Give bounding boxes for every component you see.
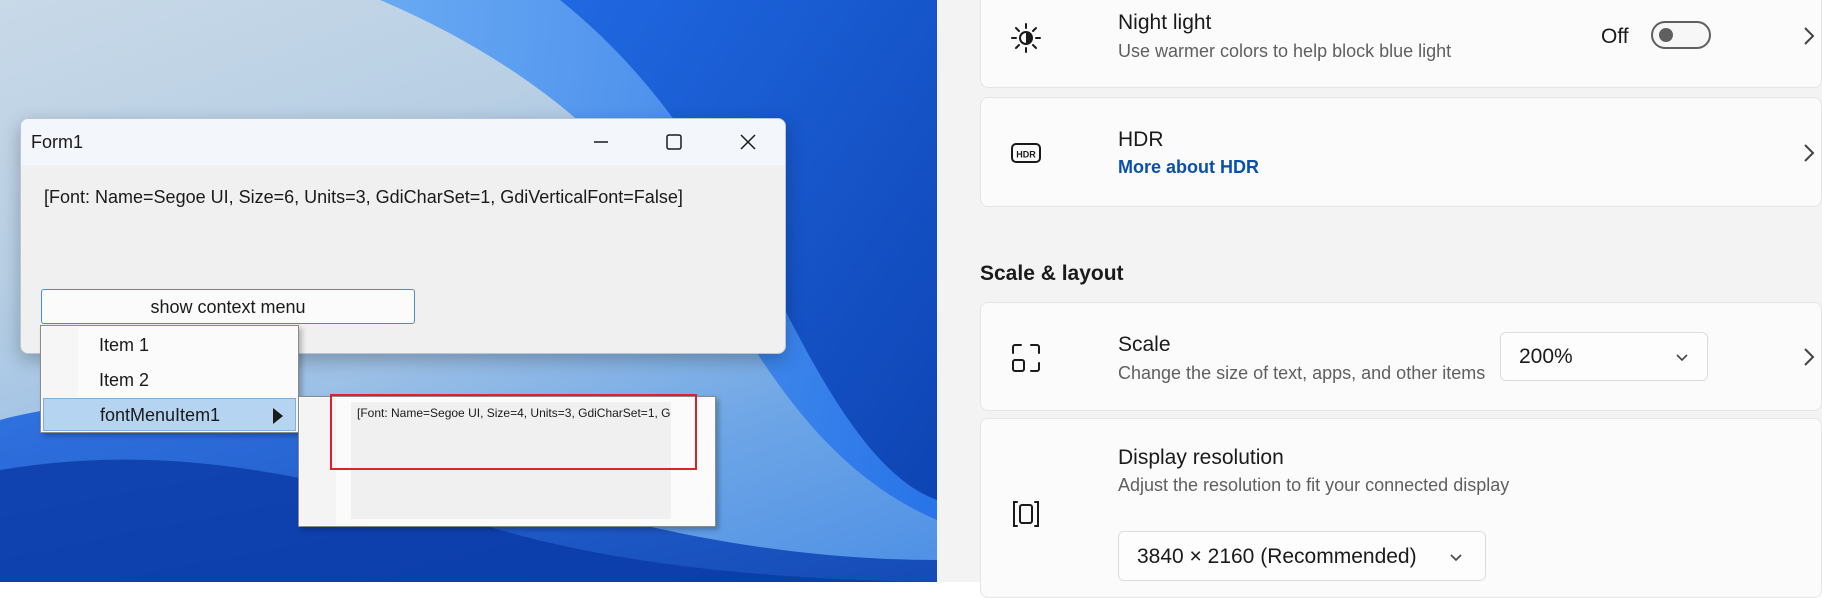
- menu-item-2[interactable]: Item 2: [43, 364, 296, 397]
- chevron-right-icon[interactable]: [1797, 24, 1821, 48]
- night-light-toggle[interactable]: [1651, 21, 1711, 49]
- resolution-icon: [1013, 501, 1039, 527]
- close-icon: [740, 134, 756, 150]
- scale-dropdown[interactable]: 200%: [1500, 332, 1708, 381]
- menu-item-1[interactable]: Item 1: [43, 329, 296, 362]
- night-light-state: Off: [1601, 25, 1629, 48]
- maximize-button[interactable]: [644, 119, 704, 165]
- resolution-dropdown[interactable]: 3840 × 2160 (Recommended): [1118, 531, 1486, 581]
- scale-icon: [1012, 344, 1040, 372]
- scale-title: Scale: [1118, 333, 1171, 356]
- form1-window: Form1 [Font: Name=Segoe UI, Size=6, Unit…: [20, 118, 786, 354]
- menu-item-label: Item 2: [99, 370, 150, 390]
- highlight-box: [330, 394, 697, 470]
- section-title: Scale & layout: [980, 262, 1124, 285]
- menu-item-label: fontMenuItem1: [100, 405, 221, 425]
- chevron-down-icon: [1676, 354, 1688, 362]
- menu-item-label: Item 1: [99, 335, 150, 355]
- night-light-subtitle: Use warmer colors to help block blue lig…: [1118, 41, 1452, 61]
- scale-card[interactable]: Scale Change the size of text, apps, and…: [980, 302, 1822, 411]
- chevron-right-icon[interactable]: [1797, 345, 1821, 369]
- resolution-value: 3840 × 2160 (Recommended): [1137, 545, 1417, 568]
- night-light-card[interactable]: Night light Use warmer colors to help bl…: [980, 0, 1822, 88]
- menu-item-font[interactable]: fontMenuItem1: [43, 398, 296, 431]
- svg-text:HDR: HDR: [1016, 150, 1036, 160]
- resolution-card[interactable]: Display resolution Adjust the resolution…: [980, 418, 1822, 598]
- submenu-arrow-icon: [273, 408, 283, 424]
- maximize-icon: [666, 134, 682, 150]
- hdr-card[interactable]: HDR HDR More about HDR: [980, 97, 1822, 207]
- hdr-icon: HDR: [1011, 143, 1041, 163]
- window-title: Form1: [31, 132, 84, 152]
- minimize-icon: [594, 141, 608, 143]
- minimize-button[interactable]: [571, 119, 631, 165]
- title-bar[interactable]: Form1: [21, 119, 785, 165]
- font-info-label: [Font: Name=Segoe UI, Size=6, Units=3, G…: [44, 187, 683, 207]
- close-button[interactable]: [718, 119, 778, 165]
- night-light-title: Night light: [1118, 11, 1212, 34]
- scale-value: 200%: [1519, 345, 1573, 368]
- hdr-title: HDR: [1118, 128, 1164, 151]
- hdr-link[interactable]: More about HDR: [1118, 157, 1259, 178]
- settings-panel: Night light Use warmer colors to help bl…: [937, 0, 1822, 598]
- toggle-knob: [1659, 28, 1673, 42]
- scale-subtitle: Change the size of text, apps, and other…: [1118, 363, 1486, 383]
- context-menu: Item 1 Item 2 fontMenuItem1: [40, 325, 299, 433]
- resolution-title: Display resolution: [1118, 446, 1284, 469]
- resolution-subtitle: Adjust the resolution to fit your connec…: [1118, 475, 1510, 495]
- show-context-menu-button[interactable]: show context menu: [41, 289, 415, 324]
- brightness-icon: [1011, 23, 1041, 53]
- chevron-right-icon[interactable]: [1797, 141, 1821, 165]
- chevron-down-icon: [1450, 554, 1462, 562]
